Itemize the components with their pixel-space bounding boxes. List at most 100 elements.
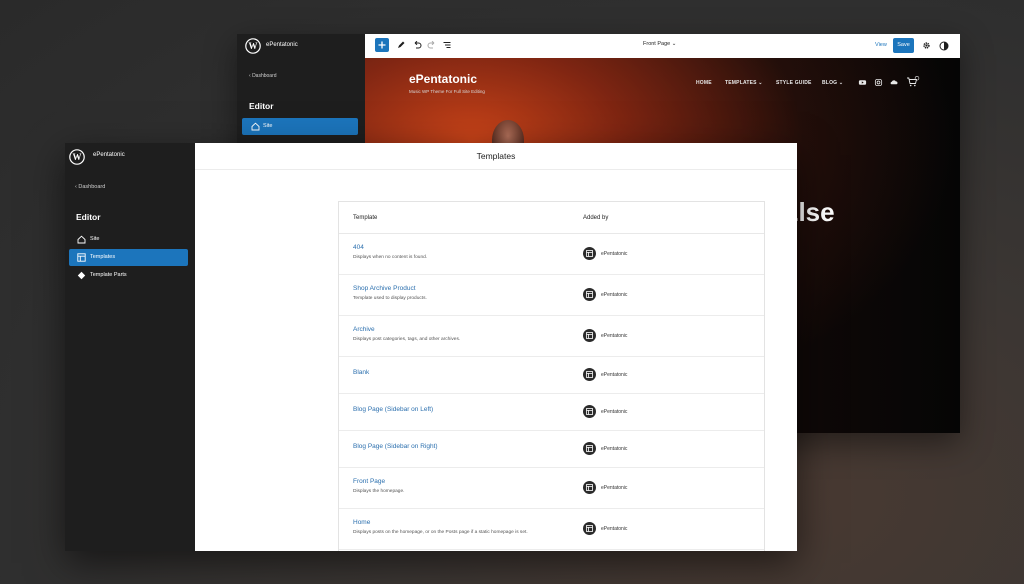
template-description: Displays when no content is found. (353, 255, 428, 260)
undo-icon[interactable] (412, 40, 422, 50)
template-name-link[interactable]: Blog Page (Sidebar on Right) (353, 443, 438, 450)
preview-nav-templates[interactable]: TEMPLATES ⌄ (725, 80, 763, 86)
header-divider (195, 169, 797, 170)
soundcloud-icon[interactable] (889, 78, 899, 87)
sidebar-item-label: Site (263, 123, 273, 129)
column-header-added-by: Added by (583, 215, 609, 221)
template-name-link[interactable]: Archive (353, 326, 375, 333)
sidebar-item-site[interactable]: Site (242, 118, 358, 135)
svg-text:W: W (249, 41, 258, 51)
template-selector-label: Front Page (643, 41, 671, 47)
template-name-link[interactable]: 404 (353, 244, 364, 251)
template-name-link[interactable]: Front Page (353, 478, 385, 485)
theme-avatar (583, 288, 596, 301)
added-by-label: ePentatonic (601, 333, 628, 339)
home-icon (77, 235, 86, 244)
preview-site-title: ePentatonic (409, 72, 478, 86)
table-row[interactable]: Shop Archive Product Template used to dis… (339, 274, 764, 316)
chevron-down-icon: ⌄ (671, 41, 677, 47)
add-block-button[interactable] (375, 38, 389, 52)
plus-icon (378, 41, 386, 49)
gear-icon[interactable] (922, 41, 931, 50)
table-row[interactable]: 404 Displays when no content is found. ePe… (339, 233, 764, 275)
template-name-link[interactable]: Blog Page (Sidebar on Left) (353, 406, 433, 413)
redo-icon[interactable] (427, 40, 437, 50)
sidebar-item-label: Template Parts (90, 272, 127, 278)
column-header-template: Template (353, 215, 378, 221)
site-name: ePentatonic (266, 42, 298, 48)
styles-icon[interactable] (939, 41, 949, 51)
wordpress-logo-icon[interactable]: W (245, 38, 261, 54)
front-sidebar: W ePentatonic ‹ Dashboard Editor Site Te… (65, 143, 195, 551)
dashboard-link-label: Dashboard (78, 184, 106, 190)
layout-icon (586, 484, 593, 491)
template-description: Displays the homepage. (353, 489, 405, 494)
sidebar-item-site[interactable]: Site (69, 231, 188, 248)
dashboard-link[interactable]: ‹ Dashboard (249, 73, 277, 79)
wordpress-logo-icon[interactable]: W (69, 149, 85, 165)
theme-avatar (583, 405, 596, 418)
added-by-label: ePentatonic (601, 485, 628, 491)
theme-avatar (583, 247, 596, 260)
added-by-label: ePentatonic (601, 251, 628, 257)
table-row[interactable]: Blog Page (Sidebar on Left) ePentatonic (339, 393, 764, 431)
home-icon (251, 122, 260, 131)
template-description: Displays post categories, tags, and othe… (353, 337, 461, 342)
layout-icon (586, 408, 593, 415)
templates-window: W ePentatonic ‹ Dashboard Editor Site Te… (65, 143, 797, 551)
template-selector[interactable]: Front Page ⌄ (643, 41, 676, 47)
pencil-icon[interactable] (396, 40, 406, 50)
template-name-link[interactable]: Blank (353, 369, 369, 376)
table-row[interactable]: Home Displays posts on the homepage, or o… (339, 508, 764, 550)
added-by-label: ePentatonic (601, 372, 628, 378)
templates-panel: Templates Template Added by 404 Displays … (195, 143, 797, 551)
page-title: Templates (476, 151, 516, 161)
preview-tagline: Music WP Theme For Full Site Editing (409, 89, 485, 94)
layout-icon (77, 253, 86, 262)
layout-icon (586, 445, 593, 452)
template-description: Displays posts on the homepage, or on th… (353, 530, 528, 535)
dashboard-link-label: Dashboard (252, 73, 277, 79)
added-by-label: ePentatonic (601, 526, 628, 532)
dashboard-link[interactable]: ‹ Dashboard (75, 184, 105, 190)
sidebar-item-label: Site (90, 236, 100, 242)
sidebar-item-template-parts[interactable]: Template Parts (69, 267, 188, 284)
theme-avatar (583, 368, 596, 381)
template-name-link[interactable]: Shop Archive Product (353, 285, 416, 292)
preview-nav-label: TEMPLATES (725, 80, 757, 86)
added-by-label: ePentatonic (601, 292, 628, 298)
youtube-icon[interactable] (858, 78, 867, 87)
preview-nav-style-guide[interactable]: STYLE GUIDE (776, 80, 812, 86)
template-description: Template used to display products. (353, 296, 427, 301)
table-row[interactable]: Blog Page (Sidebar on Right) ePentatonic (339, 430, 764, 468)
layout-icon (586, 371, 593, 378)
preview-nav-blog[interactable]: BLOG ⌄ (822, 80, 843, 86)
templates-table: Template Added by 404 Displays when no co… (338, 201, 765, 551)
added-by-label: ePentatonic (601, 446, 628, 452)
theme-avatar (583, 329, 596, 342)
sidebar-item-templates[interactable]: Templates (69, 249, 188, 266)
layout-icon (586, 250, 593, 257)
list-view-icon[interactable] (442, 40, 452, 50)
layout-icon (586, 525, 593, 532)
svg-text:W: W (73, 152, 82, 162)
instagram-icon[interactable] (874, 78, 883, 87)
diamond-icon (77, 271, 86, 280)
template-name-link[interactable]: Home (353, 519, 370, 526)
layout-icon (586, 332, 593, 339)
theme-avatar (583, 522, 596, 535)
sidebar-item-label: Templates (90, 254, 116, 260)
editor-heading: Editor (76, 212, 101, 222)
theme-avatar (583, 481, 596, 494)
preview-nav-home[interactable]: HOME (696, 80, 712, 86)
save-button[interactable]: Save (893, 38, 914, 53)
table-row[interactable]: Blank ePentatonic (339, 356, 764, 394)
view-button[interactable]: View (875, 42, 887, 48)
table-row[interactable]: Front Page Displays the homepage. ePentato… (339, 467, 764, 509)
theme-avatar (583, 442, 596, 455)
added-by-label: ePentatonic (601, 409, 628, 415)
cart-icon[interactable] (906, 76, 920, 88)
editor-toolbar: Front Page ⌄ View Save (365, 34, 960, 58)
table-row[interactable]: Archive Displays post categories, tags, a… (339, 315, 764, 357)
layout-icon (586, 291, 593, 298)
